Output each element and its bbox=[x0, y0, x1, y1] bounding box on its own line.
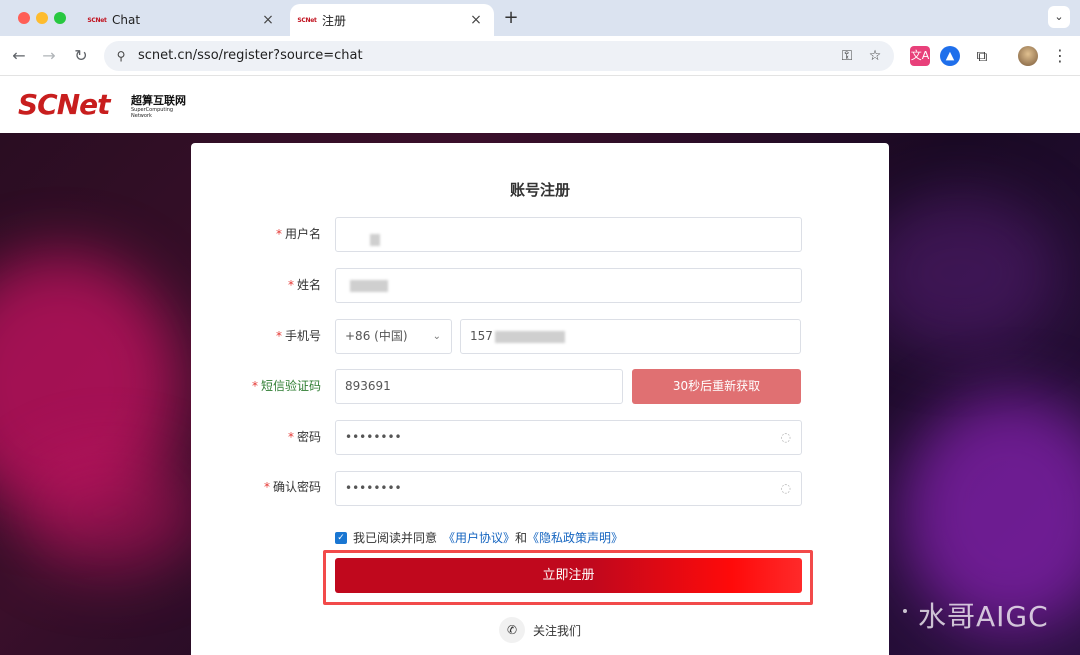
tab-close-icon[interactable]: × bbox=[468, 12, 484, 28]
forward-arrow-icon[interactable]: → bbox=[38, 45, 60, 67]
browser-tab-bar: SCNet Chat × SCNet 注册 × + ⌄ bbox=[0, 0, 1080, 36]
agree-and-text: 和 bbox=[515, 531, 528, 545]
extensions-puzzle-icon[interactable]: ⧉ bbox=[972, 46, 992, 66]
name-input[interactable] bbox=[335, 268, 802, 303]
follow-us[interactable]: ✆ 关注我们 bbox=[499, 617, 581, 643]
required-mark: * bbox=[275, 227, 282, 241]
confirm-password-input[interactable]: •••••••• ◌ bbox=[335, 471, 802, 506]
agree-text: 我已阅读并同意 bbox=[353, 531, 438, 545]
browser-menu-icon[interactable]: ⋮ bbox=[1050, 45, 1070, 67]
chevron-down-icon: ⌄ bbox=[432, 331, 441, 342]
eye-hidden-icon[interactable]: ◌ bbox=[781, 472, 791, 505]
window-minimize-button[interactable] bbox=[36, 12, 48, 24]
country-code-value: +86 (中国) bbox=[345, 329, 408, 343]
tab-title: Chat bbox=[112, 13, 141, 27]
redacted-value bbox=[494, 330, 565, 343]
label-text: 密码 bbox=[296, 430, 321, 444]
tab-chat[interactable]: SCNet Chat × bbox=[80, 4, 286, 36]
background-glow bbox=[20, 453, 200, 573]
window-close-button[interactable] bbox=[18, 12, 30, 24]
label-text: 姓名 bbox=[296, 278, 321, 292]
required-mark: * bbox=[263, 480, 270, 494]
sms-code-label: * 短信验证码 bbox=[191, 377, 321, 394]
password-value: •••••••• bbox=[345, 430, 402, 444]
watermark-text: 水哥AIGC bbox=[918, 600, 1049, 633]
tab-register[interactable]: SCNet 注册 × bbox=[290, 4, 494, 36]
required-mark: * bbox=[287, 278, 294, 292]
label-text: 用户名 bbox=[284, 227, 321, 241]
redacted-value bbox=[370, 233, 380, 246]
username-label: * 用户名 bbox=[191, 225, 321, 242]
agreement-row: ✓ 我已阅读并同意 《用户协议》 和 《隐私政策声明》 bbox=[335, 529, 623, 546]
phone-value: 157 bbox=[470, 329, 493, 343]
required-mark: * bbox=[275, 329, 282, 343]
phone-label: * 手机号 bbox=[191, 327, 321, 344]
eye-hidden-icon[interactable]: ◌ bbox=[781, 421, 791, 454]
reload-icon[interactable]: ↻ bbox=[70, 45, 92, 67]
resend-sms-button[interactable]: 30秒后重新获取 bbox=[632, 369, 801, 404]
agree-checkbox[interactable]: ✓ bbox=[335, 531, 347, 544]
follow-us-label: 关注我们 bbox=[533, 623, 582, 638]
profile-avatar[interactable] bbox=[1018, 46, 1038, 66]
scnet-favicon-icon: SCNet bbox=[87, 16, 107, 24]
label-text: 确认密码 bbox=[272, 480, 321, 494]
tab-close-icon[interactable]: × bbox=[260, 12, 276, 28]
name-label: * 姓名 bbox=[191, 276, 321, 293]
logo-english-name: SuperComputing Network bbox=[131, 107, 174, 119]
redacted-value bbox=[350, 279, 388, 292]
site-info-icon[interactable]: ⚲ bbox=[112, 47, 130, 65]
confirm-password-label: * 确认密码 bbox=[191, 478, 321, 495]
new-tab-button[interactable]: + bbox=[500, 7, 522, 29]
back-arrow-icon[interactable]: ← bbox=[8, 45, 30, 67]
label-text: 手机号 bbox=[284, 329, 321, 343]
password-label: * 密码 bbox=[191, 428, 321, 445]
phone-input[interactable]: 157 bbox=[460, 319, 801, 354]
browser-toolbar: ← → ↻ ⚲ scnet.cn/sso/register?source=cha… bbox=[0, 36, 1080, 76]
tab-title: 注册 bbox=[322, 13, 347, 28]
scnet-favicon-icon: SCNet bbox=[297, 16, 317, 24]
address-bar[interactable]: ⚲ scnet.cn/sso/register?source=chat ⚿ ☆ bbox=[104, 41, 894, 71]
confirm-password-value: •••••••• bbox=[345, 481, 402, 495]
window-zoom-button[interactable] bbox=[54, 12, 66, 24]
sms-code-input[interactable]: 893691 bbox=[335, 369, 623, 404]
page-title: 账号注册 bbox=[509, 181, 570, 199]
sms-code-value: 893691 bbox=[345, 379, 391, 393]
privacy-policy-link[interactable]: 《隐私政策声明》 bbox=[527, 529, 623, 546]
register-submit-button[interactable]: 立即注册 bbox=[335, 558, 802, 593]
scnet-logo[interactable]: SCNet bbox=[18, 88, 111, 121]
watermark-dot bbox=[903, 609, 907, 613]
user-agreement-link[interactable]: 《用户协议》 bbox=[443, 529, 515, 546]
url-text[interactable]: scnet.cn/sso/register?source=chat bbox=[138, 48, 363, 63]
username-input[interactable] bbox=[335, 217, 802, 252]
background-glow bbox=[860, 193, 1060, 353]
required-mark: * bbox=[287, 430, 294, 444]
bookmark-star-icon[interactable]: ☆ bbox=[866, 47, 884, 65]
blue-extension-icon[interactable]: ▲ bbox=[940, 46, 960, 66]
register-card: 账号注册 * 用户名 * 姓名 * 手机号 +86 (中国) ⌄ 157 * 短信验证码… bbox=[191, 143, 889, 655]
label-text: 短信验证码 bbox=[260, 379, 321, 393]
country-code-select[interactable]: +86 (中国) ⌄ bbox=[335, 319, 452, 354]
site-header: SCNet 超算互联网 SuperComputing Network bbox=[0, 76, 1080, 133]
logo-chinese-name: 超算互联网 bbox=[131, 94, 186, 107]
wechat-icon[interactable]: ✆ bbox=[499, 617, 525, 643]
password-key-icon[interactable]: ⚿ bbox=[838, 47, 856, 65]
tab-search-button[interactable]: ⌄ bbox=[1048, 6, 1070, 28]
password-input[interactable]: •••••••• ◌ bbox=[335, 420, 802, 455]
required-mark: * bbox=[251, 379, 258, 393]
translate-extension-icon[interactable]: 文A bbox=[910, 46, 930, 66]
